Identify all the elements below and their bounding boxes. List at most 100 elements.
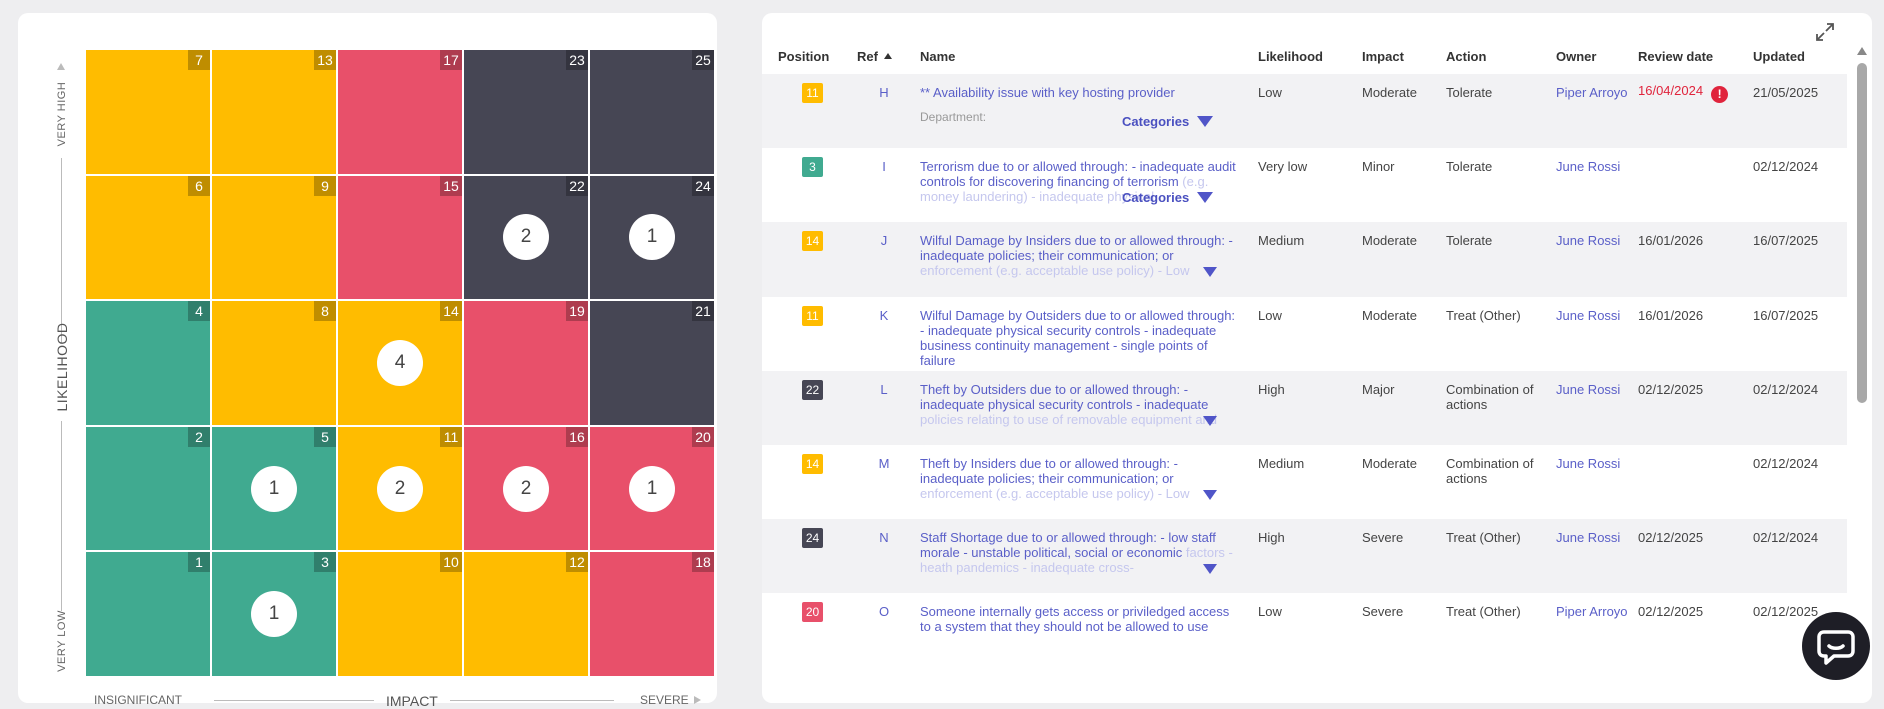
categories-toggle[interactable]: Categories xyxy=(1122,114,1214,129)
header-review-date[interactable]: Review date xyxy=(1638,49,1713,64)
expand-row-icon[interactable] xyxy=(1203,490,1217,500)
header-likelihood[interactable]: Likelihood xyxy=(1258,49,1323,64)
matrix-cell[interactable]: 9 xyxy=(212,175,336,300)
risk-matrix-grid: 7 13 17 23 25 6 9 15 22 2 24 1 4 8 14 4 19 21 2 5 1 11 2 16 2 20 1… xyxy=(86,50,714,676)
expand-row-icon[interactable] xyxy=(1203,415,1217,426)
expand-icon[interactable] xyxy=(1814,21,1836,43)
expand-row-icon[interactable] xyxy=(1203,564,1217,575)
matrix-cell[interactable]: 24 1 xyxy=(590,175,714,300)
owner-link[interactable]: June Rossi xyxy=(1556,382,1620,397)
owner-link[interactable]: Piper Arroyo xyxy=(1556,604,1628,619)
matrix-cell[interactable]: 4 xyxy=(86,301,210,425)
matrix-cell[interactable]: 23 xyxy=(464,50,588,174)
risk-count-bubble[interactable]: 4 xyxy=(377,339,423,386)
matrix-cell[interactable]: 6 xyxy=(86,175,210,300)
updated-date: 16/07/2025 xyxy=(1753,307,1819,323)
cell-score: 14 xyxy=(440,301,462,322)
risk-count-bubble[interactable]: 2 xyxy=(503,214,549,261)
table-row[interactable]: 24 N Staff Shortage due to or allowed thro… xyxy=(762,519,1847,594)
matrix-cell[interactable]: 18 xyxy=(590,552,714,676)
likelihood-value: Low xyxy=(1258,85,1282,100)
expand-row-icon[interactable] xyxy=(1203,267,1217,278)
arrow-right-icon xyxy=(694,696,701,704)
matrix-cell[interactable]: 17 xyxy=(338,50,462,174)
matrix-cell[interactable]: 16 2 xyxy=(464,426,588,551)
alert-icon: ! xyxy=(1711,86,1729,103)
risk-count-bubble[interactable]: 1 xyxy=(629,214,675,261)
risk-name[interactable]: Wilful Damage by Insiders due to or allo… xyxy=(920,233,1240,278)
risk-name[interactable]: Theft by Insiders due to or allowed thro… xyxy=(920,456,1240,501)
risk-count-bubble[interactable]: 2 xyxy=(503,465,549,512)
matrix-cell[interactable]: 21 xyxy=(590,301,714,425)
risk-table-card: Position Ref Name Likelihood Impact Acti… xyxy=(762,13,1872,703)
cell-score: 20 xyxy=(692,426,714,447)
cell-score: 13 xyxy=(314,50,336,70)
matrix-cell[interactable]: 51 xyxy=(212,426,336,551)
risk-name[interactable]: Staff Shortage due to or allowed through… xyxy=(920,530,1240,575)
matrix-cell[interactable]: 12 xyxy=(464,552,588,676)
updated-date: 02/12/2024 xyxy=(1753,381,1819,397)
matrix-cell[interactable]: 10 xyxy=(338,552,462,676)
risk-count-bubble[interactable]: 2 xyxy=(377,465,423,512)
cell-score: 17 xyxy=(440,50,462,70)
likelihood-value: Low xyxy=(1258,307,1282,323)
table-row[interactable]: 3 I Terrorism due to or allowed through: -… xyxy=(762,148,1847,222)
risk-count-bubble[interactable]: 1 xyxy=(251,465,297,512)
header-position[interactable]: Position xyxy=(778,49,829,64)
risk-name[interactable]: ** Availability issue with key hosting p… xyxy=(920,85,1240,100)
table-row[interactable]: 11 K Wilful Damage by Outsiders due to or … xyxy=(762,297,1847,371)
matrix-cell[interactable]: 11 2 xyxy=(338,426,462,551)
risk-ref[interactable]: L xyxy=(874,382,894,397)
matrix-cell[interactable]: 20 1 xyxy=(590,426,714,551)
owner-link[interactable]: June Rossi xyxy=(1556,308,1620,323)
risk-ref[interactable]: N xyxy=(874,530,894,545)
risk-ref[interactable]: M xyxy=(874,456,894,471)
risk-name[interactable]: Wilful Damage by Outsiders due to or all… xyxy=(920,308,1240,368)
risk-ref[interactable]: O xyxy=(874,604,894,619)
review-date: 02/12/2025 xyxy=(1638,381,1704,397)
matrix-cell[interactable]: 22 2 xyxy=(464,175,588,300)
owner-link[interactable]: June Rossi xyxy=(1556,233,1620,248)
categories-toggle[interactable]: Categories xyxy=(1122,190,1214,205)
chat-button[interactable] xyxy=(1802,612,1870,680)
matrix-cell[interactable]: 2 xyxy=(86,426,210,551)
matrix-cell[interactable]: 15 xyxy=(338,175,462,300)
matrix-cell[interactable]: 13 xyxy=(212,50,336,174)
position-badge: 11 xyxy=(802,305,823,326)
header-ref[interactable]: Ref xyxy=(857,49,892,64)
risk-ref[interactable]: I xyxy=(874,159,894,174)
scrollbar-thumb[interactable] xyxy=(1857,63,1867,403)
risk-ref[interactable]: J xyxy=(874,233,894,248)
risk-name[interactable]: Someone internally gets access or privil… xyxy=(920,604,1240,634)
matrix-cell[interactable]: 31 xyxy=(212,552,336,676)
table-row[interactable]: 22 L Theft by Outsiders due to or allowed … xyxy=(762,370,1847,445)
table-row[interactable]: 20 O Someone internally gets access or pri… xyxy=(762,593,1847,667)
matrix-cell[interactable]: 7 xyxy=(86,50,210,174)
owner-link[interactable]: June Rossi xyxy=(1556,159,1620,174)
header-action[interactable]: Action xyxy=(1446,49,1486,64)
owner-link[interactable]: June Rossi xyxy=(1556,530,1620,545)
risk-count-bubble[interactable]: 1 xyxy=(251,591,297,638)
scrollbar[interactable] xyxy=(1856,47,1868,687)
matrix-cell[interactable]: 14 4 xyxy=(338,301,462,425)
risk-ref[interactable]: K xyxy=(874,308,894,323)
scroll-up-icon[interactable] xyxy=(1857,47,1867,55)
matrix-cell[interactable]: 1 xyxy=(86,552,210,676)
risk-ref[interactable]: H xyxy=(874,85,894,100)
header-updated[interactable]: Updated xyxy=(1753,49,1805,64)
risk-count-bubble[interactable]: 1 xyxy=(629,465,675,512)
matrix-cell[interactable]: 8 xyxy=(212,301,336,425)
table-row[interactable]: 14 J Wilful Damage by Insiders due to or a… xyxy=(762,222,1847,297)
owner-link[interactable]: June Rossi xyxy=(1556,456,1620,471)
header-impact[interactable]: Impact xyxy=(1362,49,1404,64)
header-name[interactable]: Name xyxy=(920,49,955,64)
risk-name[interactable]: Theft by Outsiders due to or allowed thr… xyxy=(920,382,1240,427)
likelihood-axis-title: LIKELIHOOD xyxy=(54,322,70,412)
header-owner[interactable]: Owner xyxy=(1556,49,1596,64)
table-row[interactable]: 11 H ** Availability issue with key hostin… xyxy=(762,74,1847,149)
cell-score: 6 xyxy=(188,175,210,196)
table-row[interactable]: 14 M Theft by Insiders due to or allowed t… xyxy=(762,445,1847,519)
matrix-cell[interactable]: 19 xyxy=(464,301,588,425)
matrix-cell[interactable]: 25 xyxy=(590,50,714,174)
owner-link[interactable]: Piper Arroyo xyxy=(1556,85,1628,100)
